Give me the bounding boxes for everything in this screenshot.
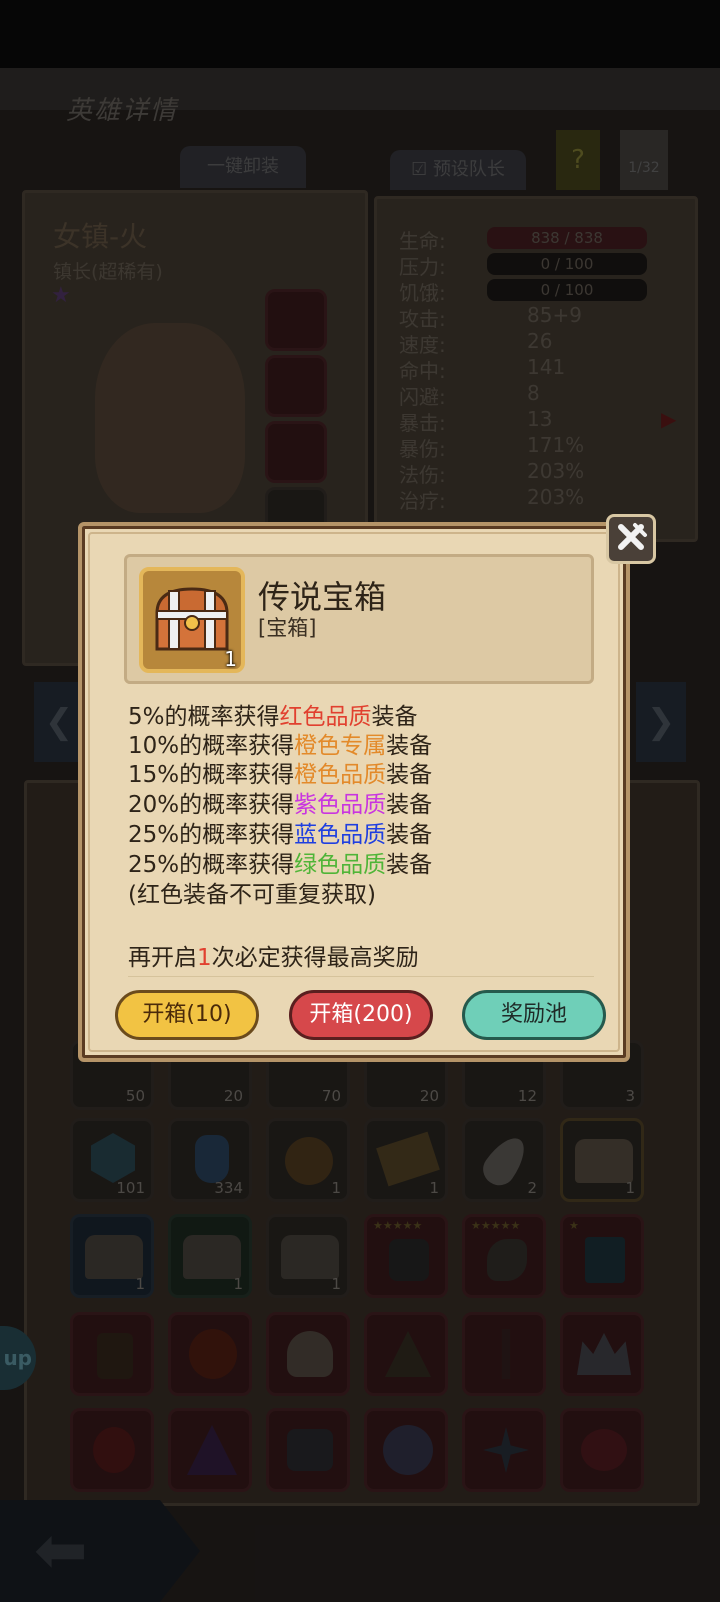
close-button[interactable] bbox=[606, 514, 656, 564]
item-icon-frame: 1 bbox=[139, 567, 245, 673]
pity-prefix: 再开启 bbox=[128, 945, 197, 971]
pity-counter: 再开启1次必定获得最高奖励 bbox=[128, 938, 419, 972]
close-icon bbox=[618, 523, 647, 550]
item-type: [宝箱] bbox=[258, 616, 317, 640]
drop-rate-line: 25%的概率获得绿色品质装备 bbox=[128, 845, 432, 879]
drop-rate-line: 20%的概率获得紫色品质装备 bbox=[128, 785, 432, 819]
pity-suffix: 次必定获得最高奖励 bbox=[211, 945, 419, 971]
drop-note: (红色装备不可重复获取) bbox=[128, 882, 376, 908]
open-200-button[interactable]: 开箱(200) bbox=[289, 990, 433, 1040]
drop-rate-line: 15%的概率获得橙色品质装备 bbox=[128, 755, 432, 789]
reward-pool-button[interactable]: 奖励池 bbox=[462, 990, 606, 1040]
pity-count: 1 bbox=[197, 945, 212, 971]
item-count: 1 bbox=[224, 647, 237, 671]
divider bbox=[128, 976, 594, 977]
drop-rate-line: 25%的概率获得蓝色品质装备 bbox=[128, 815, 432, 849]
rate-suffix: 装备 bbox=[386, 852, 433, 878]
open-10-button[interactable]: 开箱(10) bbox=[115, 990, 259, 1040]
